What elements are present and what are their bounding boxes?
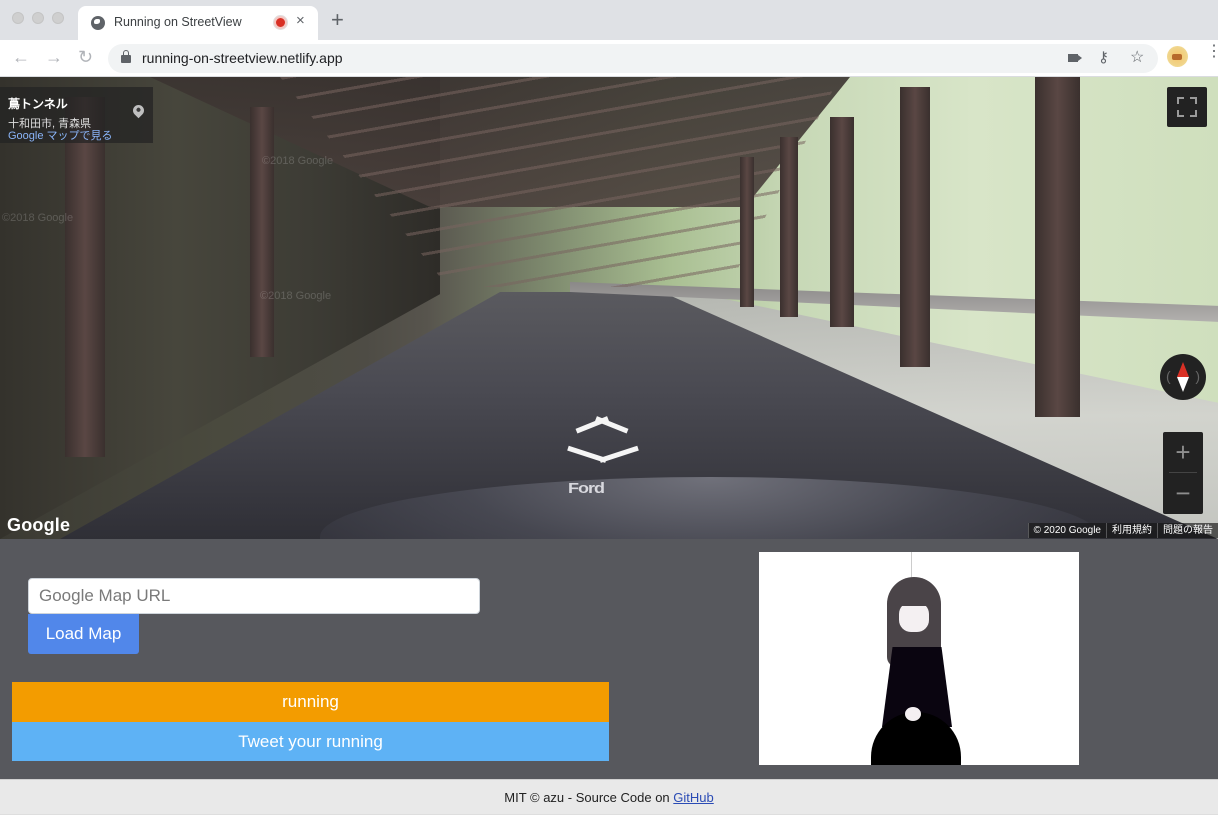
- move-forward-arrow[interactable]: [574, 410, 630, 426]
- new-tab-button[interactable]: +: [331, 9, 344, 31]
- maximize-window-button[interactable]: [52, 12, 64, 24]
- zoom-control: + −: [1163, 432, 1203, 514]
- reload-button[interactable]: ↻: [78, 47, 93, 67]
- globe-icon: [91, 16, 105, 30]
- compass-north-icon: [1177, 362, 1189, 377]
- character-bangs: [893, 586, 935, 606]
- forward-button[interactable]: →: [45, 47, 63, 67]
- menu-icon[interactable]: ⋮: [1206, 44, 1218, 60]
- rotate-left-icon[interactable]: (: [1166, 368, 1171, 384]
- terms-link[interactable]: 利用規約: [1106, 523, 1157, 538]
- copyright-text: © 2020 Google: [1027, 523, 1106, 538]
- key-icon[interactable]: ⚷: [1098, 50, 1109, 66]
- load-map-button[interactable]: Load Map: [28, 614, 139, 654]
- tweet-button[interactable]: Tweet your running: [12, 722, 609, 761]
- page-footer: MIT © azu - Source Code on GitHub: [0, 779, 1218, 814]
- watermark: ©2018 Google: [262, 155, 334, 167]
- compass-south-icon: [1177, 377, 1189, 392]
- fullscreen-button[interactable]: [1167, 87, 1207, 127]
- place-card: 蔦トンネル 十和田市, 青森県 Google マップで見る: [0, 87, 153, 143]
- running-button[interactable]: running: [12, 682, 609, 722]
- lock-icon: [121, 50, 131, 63]
- app-content: Load Map running Tweet your running: [0, 539, 1218, 779]
- move-backward-arrow[interactable]: [566, 454, 640, 470]
- tunnel-pillar: [740, 157, 754, 307]
- character-face: [899, 602, 929, 632]
- browser-window: Running on StreetView × + ← → ↻ running-…: [0, 0, 1218, 814]
- tunnel-pillar: [65, 97, 105, 457]
- view-on-google-maps-link[interactable]: Google マップで見る: [8, 127, 113, 143]
- place-name: 蔦トンネル: [8, 97, 68, 111]
- zoom-out-button[interactable]: −: [1163, 473, 1203, 513]
- watermark: ©2018 Google: [2, 212, 74, 224]
- tunnel-pillar: [1035, 77, 1080, 417]
- address-bar[interactable]: running-on-streetview.netlify.app ⚷ ☆: [108, 44, 1158, 73]
- watermark: ©2018 Google: [260, 290, 332, 302]
- tunnel-pillar: [900, 87, 930, 367]
- google-logo: Google: [7, 515, 71, 535]
- camera-icon[interactable]: [1068, 54, 1082, 62]
- streetview-panorama[interactable]: ©2018 Google ©2018 Google ©2018 Google F…: [0, 77, 1218, 539]
- github-link[interactable]: GitHub: [673, 790, 713, 805]
- tunnel-pillar: [780, 137, 798, 317]
- rotate-right-icon[interactable]: ): [1195, 368, 1200, 384]
- fullscreen-icon: [1190, 110, 1197, 117]
- map-attribution-bar: © 2020 Google 利用規約 問題の報告: [1027, 523, 1218, 538]
- tab-strip: Running on StreetView × +: [0, 0, 1218, 40]
- recording-icon: [274, 16, 287, 29]
- zoom-in-button[interactable]: +: [1163, 432, 1203, 472]
- star-icon[interactable]: ☆: [1130, 50, 1144, 66]
- character-hand: [905, 707, 921, 721]
- close-window-button[interactable]: [12, 12, 24, 24]
- profile-avatar[interactable]: [1167, 46, 1188, 67]
- tab-close-button[interactable]: ×: [296, 12, 305, 30]
- fullscreen-icon: [1177, 97, 1184, 104]
- tab-running-on-streetview[interactable]: Running on StreetView ×: [78, 6, 318, 40]
- minimize-window-button[interactable]: [32, 12, 44, 24]
- compass-control[interactable]: ( ): [1160, 354, 1206, 400]
- tunnel-pillar: [250, 107, 274, 357]
- back-button[interactable]: ←: [12, 47, 30, 67]
- report-problem-link[interactable]: 問題の報告: [1157, 523, 1218, 538]
- browser-toolbar: ← → ↻ running-on-streetview.netlify.app …: [0, 40, 1218, 77]
- navigation-arrows: Ford: [564, 402, 654, 502]
- google-map-url-input[interactable]: [28, 578, 480, 614]
- url-text[interactable]: running-on-streetview.netlify.app: [142, 50, 343, 66]
- guide-line: [911, 552, 912, 577]
- character-canvas[interactable]: [759, 552, 1079, 765]
- license-text: MIT © azu - Source Code on: [504, 790, 674, 805]
- fullscreen-icon: [1190, 97, 1197, 104]
- tab-title: Running on StreetView: [114, 15, 242, 29]
- tunnel-pillar: [830, 117, 854, 327]
- fullscreen-icon: [1177, 110, 1184, 117]
- map-pin-icon[interactable]: [130, 102, 147, 119]
- road-label: Ford: [568, 480, 605, 497]
